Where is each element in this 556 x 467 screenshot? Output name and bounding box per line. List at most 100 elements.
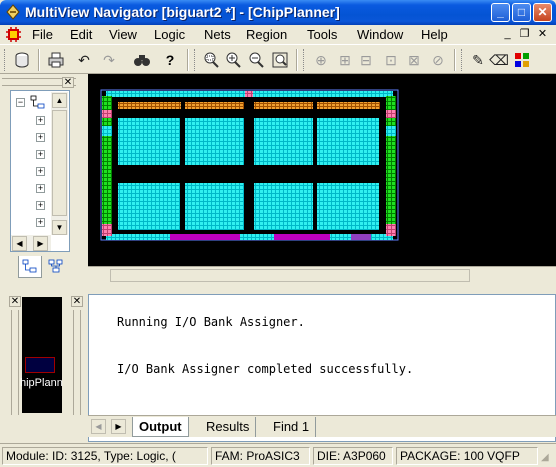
find-icon[interactable] [132, 50, 152, 70]
scroll-thumb[interactable] [52, 110, 67, 216]
io-ring-right-cyan[interactable] [386, 126, 396, 136]
io-bank-marker[interactable] [245, 91, 253, 97]
scroll-right-button[interactable]: ▶ [33, 236, 48, 251]
undo-icon[interactable]: ↶ [74, 50, 94, 70]
title-bar[interactable]: MultiView Navigator [biguart2 *] - [Chip… [0, 0, 556, 25]
ram-row[interactable] [118, 102, 181, 109]
maximize-button[interactable]: □ [512, 3, 531, 22]
macro-icon[interactable]: ⊕ [311, 50, 331, 70]
ram-row[interactable] [185, 102, 244, 109]
unlock-icon[interactable]: ⊟ [356, 50, 376, 70]
io-ring-left-cyan[interactable] [102, 126, 112, 136]
toolbar-grip[interactable] [4, 49, 7, 71]
io-bank-marker[interactable] [102, 110, 112, 118]
pane-close-button[interactable]: ✕ [62, 77, 74, 88]
menu-nets[interactable]: Nets [204, 25, 231, 44]
scroll-up-button[interactable]: ▲ [52, 93, 67, 108]
tab-results[interactable]: Results [200, 417, 257, 437]
tree-expand-node[interactable]: + [36, 133, 45, 142]
menu-view[interactable]: View [109, 25, 137, 44]
tree-expand-node[interactable]: + [36, 201, 45, 210]
zoom-out-icon[interactable] [246, 50, 266, 70]
tree-expand-node[interactable]: + [36, 116, 45, 125]
mdi-minimize-button[interactable]: _ [500, 27, 515, 42]
zoom-fit-icon[interactable] [270, 50, 290, 70]
chip-planner-canvas[interactable] [88, 74, 556, 266]
logic-block[interactable] [118, 183, 180, 230]
window-title: MultiView Navigator [biguart2 *] - [Chip… [25, 4, 340, 20]
tree-expand-node[interactable]: + [36, 184, 45, 193]
eraser-icon[interactable]: ⌫ [489, 50, 509, 70]
scroll-down-button[interactable]: ▼ [52, 220, 67, 235]
menu-logic[interactable]: Logic [154, 25, 185, 44]
menu-edit[interactable]: Edit [70, 25, 92, 44]
mdi-close-button[interactable]: ✕ [535, 27, 550, 42]
toolbar-grip[interactable] [194, 49, 197, 71]
commit-icon[interactable]: ⊡ [381, 50, 401, 70]
close-button[interactable]: ✕ [533, 3, 552, 22]
pane-close-button[interactable]: ✕ [9, 296, 21, 307]
lock-icon[interactable]: ⊞ [335, 50, 355, 70]
menu-region[interactable]: Region [246, 25, 287, 44]
menu-bar: File Edit View Logic Nets Region Tools W… [0, 25, 556, 44]
ram-row[interactable] [317, 102, 380, 109]
menu-tools[interactable]: Tools [307, 25, 337, 44]
toolbar-grip[interactable] [303, 49, 306, 71]
mdi-restore-button[interactable]: ❐ [517, 27, 532, 42]
tab-scroll-right-button[interactable]: ▶ [111, 419, 126, 434]
menu-file[interactable]: File [32, 25, 53, 44]
pane-gripper[interactable] [11, 310, 19, 415]
canvas-horizontal-scrollbar[interactable] [88, 266, 556, 284]
save-icon[interactable] [12, 50, 32, 70]
logic-block[interactable] [185, 183, 244, 230]
menu-window[interactable]: Window [357, 25, 403, 44]
redo-icon[interactable]: ↷ [99, 50, 119, 70]
logic-block[interactable] [254, 118, 313, 165]
unassign-icon[interactable]: ⊘ [428, 50, 448, 70]
scroll-left-button[interactable]: ◀ [12, 236, 27, 251]
logic-block[interactable] [317, 183, 379, 230]
print-icon[interactable] [46, 50, 66, 70]
tab-scroll-left-button[interactable]: ◀ [91, 419, 106, 434]
logic-block[interactable] [317, 118, 379, 165]
minimap-label: hipPlann [20, 377, 63, 389]
io-bank-marker[interactable] [386, 224, 396, 236]
io-bank-marker[interactable] [102, 224, 112, 236]
chip-planner-doc-icon[interactable] [5, 26, 22, 43]
logic-block[interactable] [254, 183, 313, 230]
tree-expand-node[interactable]: + [36, 150, 45, 159]
move-icon[interactable]: ⊠ [404, 50, 424, 70]
tree-expand-node[interactable]: + [36, 167, 45, 176]
zoom-in-icon[interactable] [223, 50, 243, 70]
logic-block[interactable] [118, 118, 180, 165]
logic-block[interactable] [185, 118, 244, 165]
pane-close-button[interactable]: ✕ [71, 296, 83, 307]
hierarchy-tab-icon [22, 259, 37, 273]
color-icon[interactable] [512, 50, 532, 70]
minimize-button[interactable]: _ [491, 3, 510, 22]
io-bank-marker[interactable] [386, 110, 396, 118]
tab-ports[interactable] [45, 256, 69, 276]
zoom-area-icon[interactable] [201, 50, 221, 70]
tab-output[interactable]: Output [132, 417, 189, 437]
scroll-thumb[interactable] [110, 269, 470, 282]
status-bar: Module: ID: 3125, Type: Logic, ( FAM: Pr… [0, 443, 556, 467]
io-ring-bottom[interactable] [106, 234, 393, 240]
viewport-indicator[interactable] [25, 357, 55, 373]
tab-hierarchy[interactable] [18, 256, 42, 278]
world-view-minimap[interactable]: hipPlann [20, 297, 63, 413]
io-bank-bottom[interactable] [170, 234, 240, 240]
pencil-icon[interactable]: ✎ [468, 50, 488, 70]
ram-row[interactable] [254, 102, 313, 109]
resize-grip[interactable]: ◢ [541, 452, 553, 464]
tab-find-1[interactable]: Find 1 [267, 417, 317, 437]
tree-expand-root[interactable]: − [16, 98, 25, 107]
toolbar-grip[interactable] [461, 49, 464, 71]
io-bank-bottom[interactable] [274, 234, 330, 240]
tree-expand-node[interactable]: + [36, 218, 45, 227]
menu-help[interactable]: Help [421, 25, 448, 44]
help-icon[interactable]: ? [160, 50, 180, 70]
chip-floorplan[interactable] [88, 74, 556, 266]
io-bank-bottom[interactable] [351, 234, 371, 240]
pane-gripper[interactable] [73, 310, 81, 415]
